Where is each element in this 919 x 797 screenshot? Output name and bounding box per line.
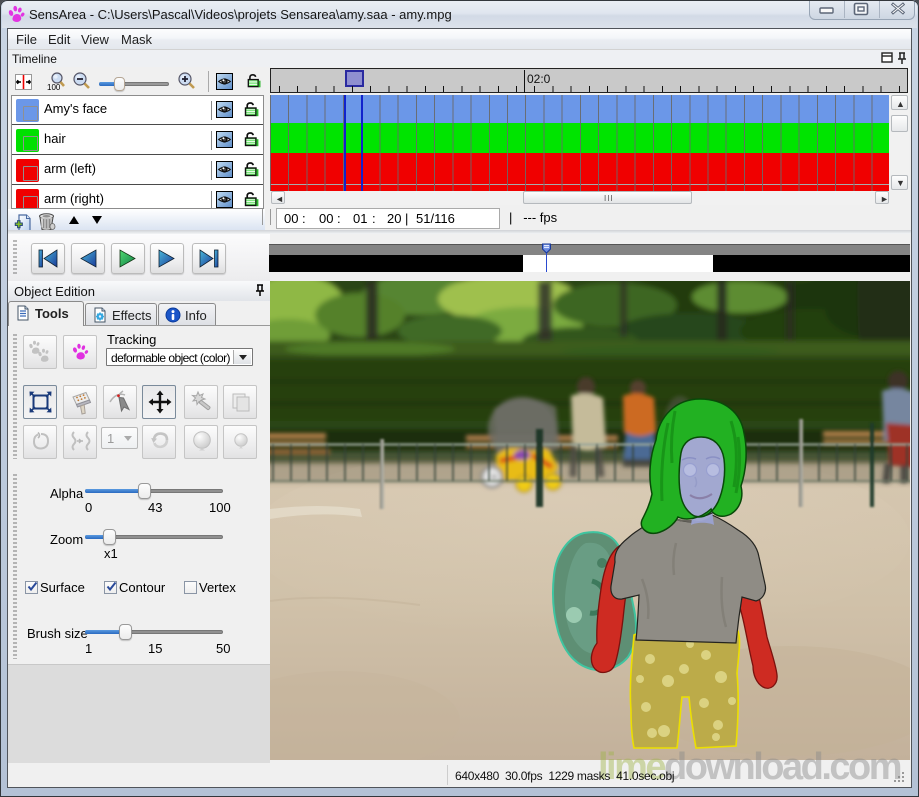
svg-text:100: 100 (47, 83, 61, 92)
